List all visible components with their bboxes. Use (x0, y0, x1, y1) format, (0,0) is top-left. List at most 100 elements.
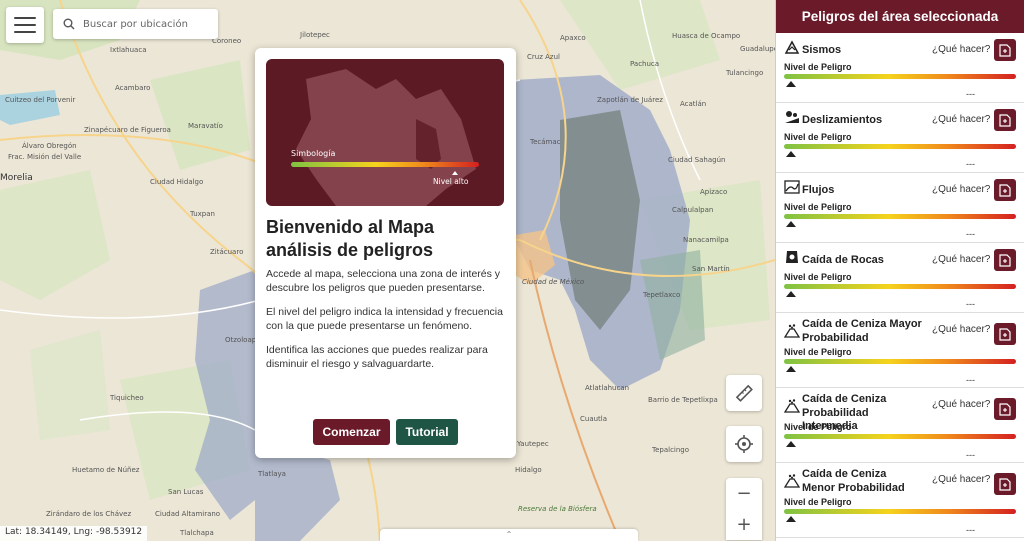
chevron-up-icon: ⌃ (505, 530, 513, 539)
what-to-do-button[interactable] (994, 109, 1016, 131)
hazard-level-label: Nivel de Peligro (784, 347, 852, 357)
hazards-sidebar: Peligros del área seleccionada Sismos ¿Qu… (775, 0, 1024, 541)
welcome-modal: Simbología Nivel alto Bienvenido al Mapa… (255, 48, 516, 458)
map-label: Ciudad de México (522, 278, 585, 286)
what-to-do-label: ¿Qué hacer? (932, 184, 991, 195)
hazard-name: Sismos (802, 44, 842, 56)
map-label: Apizaco (700, 188, 728, 196)
map-label: Ciudad Hidalgo (150, 178, 204, 186)
hazard-level-label: Nivel de Peligro (784, 497, 852, 507)
what-to-do-button[interactable] (994, 398, 1016, 420)
map-label: Tlalchapa (180, 529, 214, 537)
modal-title: Bienvenido al Mapa análisis de peligros (266, 217, 435, 260)
map-label: Acambaro (115, 84, 151, 92)
ashfall-icon (784, 399, 800, 413)
hazard-level-value: --- (966, 525, 975, 535)
document-icon (999, 327, 1011, 341)
hazard-level-label: Nivel de Peligro (784, 62, 852, 72)
what-to-do-label: ¿Qué hacer? (932, 44, 991, 55)
hazard-level-value: --- (966, 159, 975, 169)
locate-button[interactable] (726, 426, 762, 462)
hazard-card: Deslizamientos ¿Qué hacer? Nivel de Peligr… (776, 103, 1024, 173)
map-label: Atlatlahucan (585, 384, 630, 392)
map-label: Tulancingo (726, 69, 764, 77)
ruler-icon (735, 384, 753, 402)
hazard-name: Caída de Rocas (802, 254, 884, 266)
legend-gradient-bar (291, 162, 479, 167)
hazard-level-value: --- (966, 375, 975, 385)
crosshair-icon (735, 435, 753, 453)
legend-marker-icon (452, 171, 458, 175)
hazard-name: Flujos (802, 184, 835, 196)
legend-high-label: Nivel alto (433, 177, 469, 186)
hazard-card: Caída de Ceniza Menor Probabilidad ¿Qué h… (776, 463, 1024, 538)
document-icon (999, 477, 1011, 491)
map-label: Reserva de la Biósfera (518, 505, 597, 513)
document-icon (999, 43, 1011, 57)
hamburger-icon (14, 24, 36, 26)
ashfall-icon (784, 324, 800, 338)
hazard-name: Caída de Ceniza Menor Probabilidad (802, 468, 905, 494)
start-button[interactable]: Comenzar (313, 419, 390, 445)
hazard-level-bar (784, 509, 1016, 514)
tutorial-button[interactable]: Tutorial (396, 419, 458, 445)
document-icon (999, 113, 1011, 127)
level-marker-icon (786, 291, 796, 297)
earthquake-icon (784, 40, 800, 54)
measure-button[interactable] (726, 375, 762, 411)
what-to-do-label: ¿Qué hacer? (932, 399, 991, 410)
hazard-level-label: Nivel de Peligro (784, 422, 852, 432)
legend-illustration: Simbología Nivel alto (266, 59, 504, 206)
hazard-level-bar (784, 144, 1016, 149)
rockfall-icon (786, 251, 798, 263)
hazard-level-bar (784, 74, 1016, 79)
bottom-panel-toggle[interactable]: ⌃ (380, 529, 638, 541)
hazard-name: Caída de Ceniza Mayor Probabilidad (802, 318, 922, 344)
hazard-card: Sismos ¿Qué hacer? Nivel de Peligro --- (776, 33, 1024, 103)
what-to-do-label: ¿Qué hacer? (932, 474, 991, 485)
what-to-do-button[interactable] (994, 39, 1016, 61)
level-marker-icon (786, 516, 796, 522)
sidebar-title: Peligros del área seleccionada (776, 0, 1024, 33)
legend-title: Simbología (291, 149, 336, 158)
what-to-do-button[interactable] (994, 323, 1016, 345)
map-label: Barrio de Tepetlixpa (648, 396, 718, 404)
map-label: Álvaro Obregón (22, 142, 77, 150)
document-icon (999, 253, 1011, 267)
hamburger-icon (14, 17, 36, 19)
hazard-level-value: --- (966, 299, 975, 309)
hazard-level-label: Nivel de Peligro (784, 132, 852, 142)
map-label: Cuautla (580, 415, 608, 423)
modal-paragraph: El nivel del peligro indica la intensida… (266, 306, 503, 332)
map-label: Tecámac (530, 138, 561, 146)
zoom-in-button[interactable]: + (726, 509, 762, 540)
what-to-do-button[interactable] (994, 179, 1016, 201)
map-label: Yautepec (517, 440, 549, 448)
what-to-do-button[interactable] (994, 473, 1016, 495)
map-label: Tlatlaya (258, 470, 286, 478)
map-label: Ciudad Sahagún (668, 156, 726, 164)
map-label: Zapotlán de Juárez (597, 96, 663, 104)
modal-paragraph: Identifica las acciones que puedes reali… (266, 344, 488, 370)
search-box[interactable] (53, 9, 218, 39)
map-label: Ciudad Altamirano (155, 510, 221, 518)
document-icon (999, 402, 1011, 416)
coordinates-readout: Lat: 18.34149, Lng: -98.53912 (0, 526, 148, 541)
map-label: Hidalgo (515, 466, 542, 474)
map-label: Frac. Misión del Valle (8, 153, 82, 161)
map-label: Guadalupe (740, 45, 775, 53)
map-label: Jilotepec (300, 31, 330, 39)
debris-flow-icon (784, 180, 800, 194)
map-label: Maravatío (188, 122, 223, 130)
hazard-list: Sismos ¿Qué hacer? Nivel de Peligro --- Desl… (776, 33, 1024, 538)
map-label: Apaxco (560, 34, 586, 42)
zoom-out-button[interactable]: − (726, 478, 762, 509)
hazard-card: Caída de Rocas ¿Qué hacer? Nivel de Peligr… (776, 243, 1024, 313)
map-label: Tepetlaxco (643, 291, 681, 299)
map-label: Morelia (0, 173, 33, 183)
search-input[interactable] (83, 18, 203, 30)
map-label: Huetamo de Núñez (72, 466, 140, 474)
menu-button[interactable] (6, 7, 44, 43)
what-to-do-button[interactable] (994, 249, 1016, 271)
ashfall-icon (784, 474, 800, 488)
